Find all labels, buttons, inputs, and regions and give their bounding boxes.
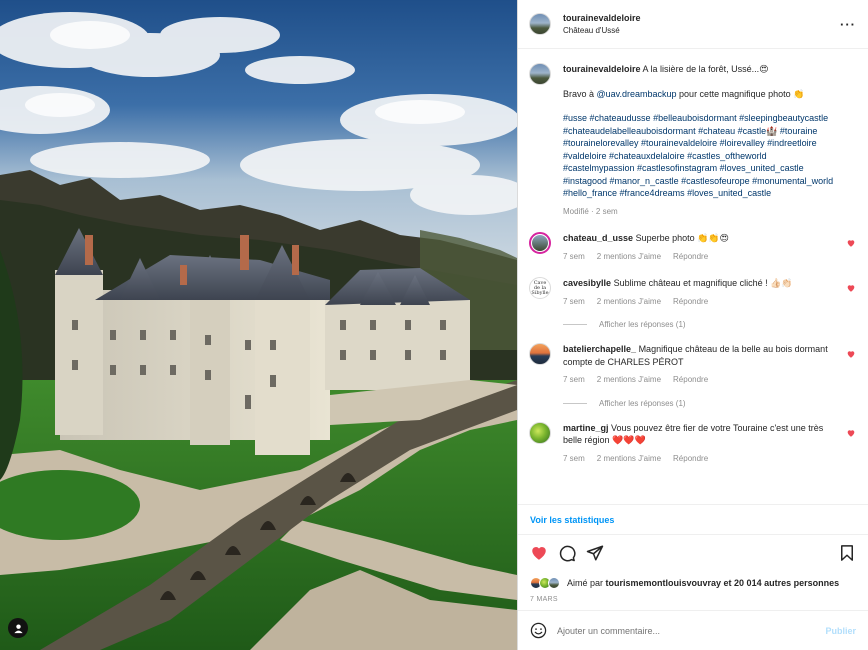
- share-icon[interactable]: [586, 544, 604, 562]
- caption-hashtag-line[interactable]: #tourainelorevalley #tourainevaldeloire …: [563, 137, 842, 150]
- comment-time: 7 sem: [563, 251, 585, 261]
- comment-body: cavesibylle Sublime château et magnifiqu…: [563, 277, 856, 308]
- commenter-avatar[interactable]: [529, 421, 551, 444]
- comment-likes-count[interactable]: 2 mentions J'aime: [597, 374, 661, 387]
- caption-meta: Modifié · 2 sem: [563, 206, 842, 219]
- post-location[interactable]: Château d'Ussé: [563, 26, 840, 35]
- comment-likes-count[interactable]: 2 mentions J'aime: [597, 296, 661, 309]
- caption-hashtag-line[interactable]: #chateaudelabelleauboisdormant #chateau …: [563, 125, 842, 138]
- comment-item: martine_gj Vous pouvez être fier de votr…: [529, 421, 856, 466]
- view-replies-label[interactable]: Afficher les réponses (1): [599, 320, 686, 329]
- reply-button[interactable]: Répondre: [673, 296, 708, 309]
- author-avatar[interactable]: [529, 13, 551, 35]
- comment-item: chateau_d_usse Superbe photo 👏👏😍 7 sem 2…: [529, 232, 856, 263]
- comment-icon[interactable]: [558, 544, 576, 562]
- comment-time: 7 sem: [563, 375, 585, 384]
- post-actions: [518, 534, 868, 570]
- comment-text: Sublime château et magnifique cliché ! 👍…: [613, 278, 793, 288]
- more-options-icon[interactable]: ···: [840, 17, 856, 32]
- liker-avatar[interactable]: [548, 577, 560, 589]
- comment-meta: 7 sem 2 mentions J'aime Répondre: [563, 374, 842, 387]
- comment-body: martine_gj Vous pouvez être fier de votr…: [563, 422, 856, 466]
- view-replies-button[interactable]: Afficher les réponses (1): [563, 320, 856, 329]
- heart-filled-icon[interactable]: [846, 349, 856, 359]
- caption-line-1: A la lisière de la forêt, Ussé...😍: [642, 64, 769, 74]
- reply-button[interactable]: Répondre: [673, 251, 708, 264]
- post-comment-button[interactable]: Publier: [825, 626, 856, 636]
- heart-filled-icon[interactable]: [846, 428, 856, 438]
- castle-photo-illustration: [0, 0, 517, 650]
- view-replies-button[interactable]: Afficher les réponses (1): [563, 399, 856, 408]
- caption-hashtag-line[interactable]: #valdeloire #chateauxdelaloire #castles_…: [563, 150, 842, 163]
- heart-filled-icon[interactable]: [846, 238, 856, 248]
- caption-mention-link[interactable]: @uav.dreambackup: [597, 89, 677, 99]
- heart-filled-icon[interactable]: [530, 544, 548, 562]
- commenter-avatar[interactable]: [529, 343, 551, 365]
- caption-hashtag-line[interactable]: #castelmypassion #castlesofinstagram #lo…: [563, 162, 842, 175]
- comment-body: batelierchapelle_ Magnifique château de …: [563, 343, 856, 387]
- emoji-icon[interactable]: [530, 622, 547, 639]
- comment-likes-count[interactable]: 2 mentions J'aime: [597, 251, 661, 264]
- tagged-users-button[interactable]: [8, 618, 28, 638]
- comment-item: Cave de la Sibylle cavesibylle Sublime c…: [529, 277, 856, 308]
- likes-prefix: Aimé par: [567, 578, 606, 588]
- comment-meta: 7 sem 2 mentions J'aime Répondre: [563, 453, 842, 466]
- post-side-panel: tourainevaldeloire Château d'Ussé ··· to…: [517, 0, 868, 650]
- caption-line-2-prefix: Bravo à: [563, 88, 597, 99]
- likes-summary: Aimé par tourismemontlouisvouvray et 20 …: [518, 570, 868, 596]
- comment-item: batelierchapelle_ Magnifique château de …: [529, 343, 856, 387]
- commenter-avatar-logo-text: Cave de la Sibylle: [531, 279, 549, 296]
- view-insights-link[interactable]: Voir les statistiques: [530, 515, 614, 525]
- likes-text: Aimé par tourismemontlouisvouvray et 20 …: [567, 578, 839, 588]
- replies-divider: [563, 324, 587, 325]
- comment-time: 7 sem: [563, 296, 585, 306]
- commenter-avatar[interactable]: Cave de la Sibylle: [529, 277, 551, 299]
- comments-section[interactable]: tourainevaldeloire A la lisière de la fo…: [518, 49, 868, 504]
- post-date: 7 MARS: [530, 596, 558, 603]
- caption-hashtag-line[interactable]: #instagood #manor_n_castle #castlesofeur…: [563, 175, 842, 188]
- bookmark-icon[interactable]: [838, 544, 856, 562]
- replies-divider: [563, 402, 587, 404]
- heart-filled-icon[interactable]: [846, 283, 856, 293]
- commenter-username[interactable]: chateau_d_usse: [563, 233, 633, 243]
- comment-meta: 7 sem 2 mentions J'aime Répondre: [563, 296, 842, 309]
- add-comment-bar: Publier: [518, 610, 868, 650]
- commenter-avatar[interactable]: [529, 232, 551, 254]
- post-photo[interactable]: [0, 0, 517, 650]
- caption-hashtag-line[interactable]: #usse #chateaudusse #belleauboisdormant …: [563, 112, 842, 125]
- user-tag-icon: [13, 623, 23, 633]
- view-replies-label[interactable]: Afficher les réponses (1): [599, 399, 686, 408]
- caption-body: tourainevaldeloire A la lisière de la fo…: [563, 63, 856, 218]
- comment-meta: 7 sem 2 mentions J'aime Répondre: [563, 251, 842, 264]
- author-username[interactable]: tourainevaldeloire: [563, 13, 840, 23]
- comment-time: 7 sem: [563, 453, 585, 463]
- comment-input[interactable]: [557, 625, 826, 636]
- comment-body: chateau_d_usse Superbe photo 👏👏😍 7 sem 2…: [563, 232, 856, 263]
- caption-line-2-suffix: pour cette magnifique photo 👏: [676, 88, 805, 99]
- author-info: tourainevaldeloire Château d'Ussé: [563, 13, 840, 35]
- caption-edited-time: Modifié · 2 sem: [563, 206, 618, 216]
- commenter-username[interactable]: cavesibylle: [563, 278, 611, 288]
- caption-avatar[interactable]: [529, 63, 551, 85]
- liker-username[interactable]: tourismemontlouisvouvray: [606, 578, 722, 588]
- caption-hashtag-line[interactable]: #hello_france #france4dreams #loves_unit…: [563, 187, 842, 200]
- comment-text: Superbe photo 👏👏😍: [635, 233, 729, 243]
- reply-button[interactable]: Répondre: [673, 374, 708, 387]
- reply-button[interactable]: Répondre: [673, 453, 708, 466]
- insights-bar: Voir les statistiques: [518, 504, 868, 534]
- commenter-username[interactable]: martine_gj: [563, 423, 609, 433]
- comment-likes-count[interactable]: 2 mentions J'aime: [597, 453, 661, 466]
- likes-others-link[interactable]: et 20 014 autres personnes: [721, 578, 840, 588]
- instagram-post-window: tourainevaldeloire Château d'Ussé ··· to…: [0, 0, 868, 650]
- caption: tourainevaldeloire A la lisière de la fo…: [529, 63, 856, 218]
- commenter-username[interactable]: batelierchapelle_: [563, 344, 636, 354]
- post-header: tourainevaldeloire Château d'Ussé ···: [518, 0, 868, 49]
- caption-username[interactable]: tourainevaldeloire: [563, 64, 641, 74]
